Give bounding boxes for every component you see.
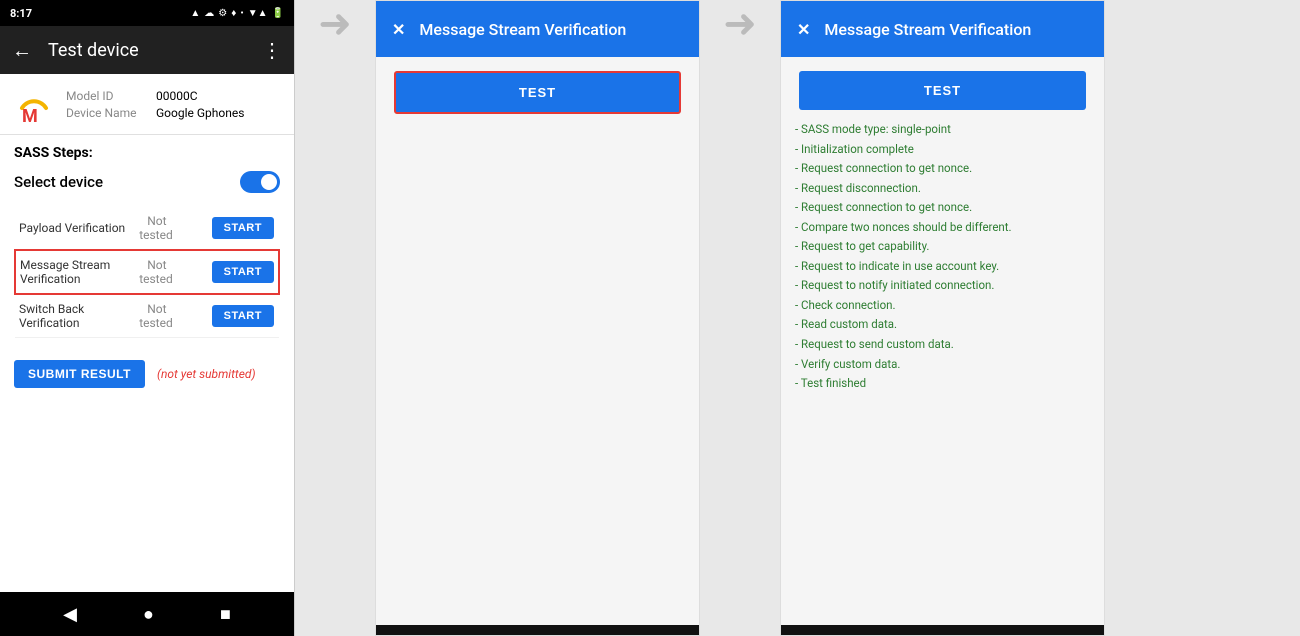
payload-start-button[interactable]: START — [212, 217, 274, 239]
results-list: - SASS mode type: single-point- Initiali… — [795, 120, 1090, 394]
result-item: - Request disconnection. — [795, 179, 1090, 199]
dialog-2-content: TEST - SASS mode type: single-point- Ini… — [781, 57, 1104, 625]
result-item: - Initialization complete — [795, 140, 1090, 160]
payload-label: Payload Verification — [19, 221, 125, 235]
dialog-screen-1: ✕ Message Stream Verification TEST — [375, 0, 700, 636]
arrow-2: ➜ — [700, 0, 780, 47]
select-device-row: Select device — [14, 171, 280, 193]
dialog-1-header: ✕ Message Stream Verification — [376, 1, 699, 57]
sass-section: SASS Steps: Select device Payload Verifi… — [0, 135, 294, 350]
phone-screen: 8:17 ▲☁⚙♦• ▼▲🔋 ← Test device ⋮ M Model I… — [0, 0, 295, 636]
submit-result-button[interactable]: SUBMIT RESULT — [14, 360, 145, 388]
device-name-label: Device Name — [66, 106, 146, 120]
payload-verification-row: Payload Verification Not tested START — [15, 207, 279, 250]
result-item: - Compare two nonces should be different… — [795, 218, 1090, 238]
message-stream-label: Message StreamVerification — [20, 258, 110, 286]
result-item: - Check connection. — [795, 296, 1090, 316]
device-details: Model ID 00000C Device Name Google Gphon… — [66, 89, 244, 120]
steps-table: Payload Verification Not tested START Me… — [14, 207, 280, 338]
dialog-screen-2: ✕ Message Stream Verification TEST - SAS… — [780, 0, 1105, 636]
switch-back-start-button[interactable]: START — [212, 305, 274, 327]
switch-back-label: Switch Back Verification — [19, 302, 84, 330]
message-stream-start-button[interactable]: START — [212, 261, 274, 283]
dialog-2-header: ✕ Message Stream Verification — [781, 1, 1104, 57]
arrow-right-2-icon: ➜ — [723, 0, 757, 47]
dialog-1-bottom-bar — [376, 625, 699, 635]
result-item: - Verify custom data. — [795, 355, 1090, 375]
result-item: - Request to get capability. — [795, 237, 1090, 257]
device-logo-icon: M — [14, 84, 54, 124]
result-item: - Request to notify initiated connection… — [795, 276, 1090, 296]
switch-back-row: Switch Back Verification Not tested STAR… — [15, 294, 279, 338]
dialog-2-test-container: TEST — [795, 71, 1090, 110]
result-item: - Request connection to get nonce. — [795, 159, 1090, 179]
result-item: - Read custom data. — [795, 315, 1090, 335]
dialog-1-content: TEST — [376, 57, 699, 625]
switch-back-status: Not tested — [139, 302, 181, 330]
message-stream-status: Not tested — [139, 258, 181, 286]
model-id-label: Model ID — [66, 89, 146, 103]
device-info-section: M Model ID 00000C Device Name Google Gph… — [0, 74, 294, 135]
recents-nav-button[interactable]: ■ — [220, 604, 231, 625]
model-id-value: 00000C — [156, 89, 198, 103]
sass-title: SASS Steps: — [14, 145, 280, 161]
app-bar: ← Test device ⋮ — [0, 26, 294, 74]
arrow-1: ➜ — [295, 0, 375, 47]
result-item: - SASS mode type: single-point — [795, 120, 1090, 140]
dialog-1-test-button[interactable]: TEST — [394, 71, 681, 114]
back-button[interactable]: ← — [12, 38, 32, 63]
select-device-toggle[interactable] — [240, 171, 280, 193]
arrow-right-icon: ➜ — [318, 0, 352, 47]
home-nav-button[interactable]: ● — [143, 604, 154, 625]
submit-status: (not yet submitted) — [157, 367, 256, 381]
phone-nav-bar: ◀ ● ■ — [0, 592, 294, 636]
result-item: - Request to indicate in use account key… — [795, 257, 1090, 277]
status-icons: ▲☁⚙♦• ▼▲🔋 — [190, 8, 284, 19]
dialog-2-test-button[interactable]: TEST — [799, 71, 1086, 110]
message-stream-row: Message StreamVerification Not tested ST… — [15, 250, 279, 294]
back-nav-button[interactable]: ◀ — [63, 604, 77, 625]
dialog-2-close-button[interactable]: ✕ — [797, 20, 810, 39]
payload-status: Not tested — [139, 214, 181, 242]
result-item: - Request to send custom data. — [795, 335, 1090, 355]
dialog-1-close-button[interactable]: ✕ — [392, 20, 405, 39]
submit-section: SUBMIT RESULT (not yet submitted) — [0, 350, 294, 398]
dialog-1-test-container: TEST — [390, 71, 685, 114]
more-options-button[interactable]: ⋮ — [262, 38, 282, 62]
select-device-label: Select device — [14, 173, 103, 191]
result-item: - Test finished — [795, 374, 1090, 394]
device-name-value: Google Gphones — [156, 106, 244, 120]
app-bar-title: Test device — [48, 40, 262, 61]
result-item: - Request connection to get nonce. — [795, 198, 1090, 218]
dialog-1-title: Message Stream Verification — [419, 20, 626, 39]
dialog-2-title: Message Stream Verification — [824, 20, 1031, 39]
status-time: 8:17 — [10, 7, 32, 20]
status-bar: 8:17 ▲☁⚙♦• ▼▲🔋 — [0, 0, 294, 26]
svg-text:M: M — [22, 106, 38, 124]
dialog-2-bottom-bar — [781, 625, 1104, 635]
